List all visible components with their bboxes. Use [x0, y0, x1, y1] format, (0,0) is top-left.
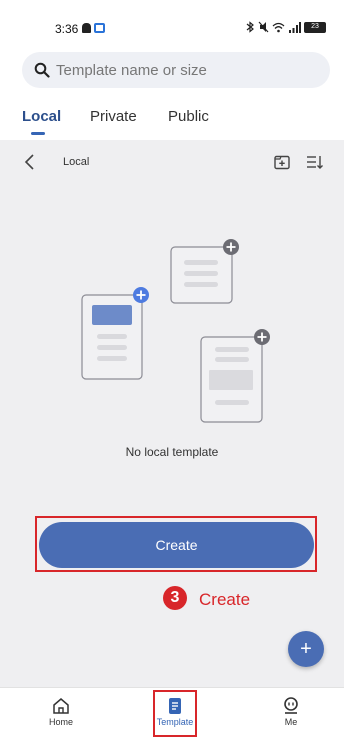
- sort-icon[interactable]: [306, 154, 324, 170]
- step-label: Create: [199, 590, 251, 609]
- add-fab-button[interactable]: +: [288, 631, 324, 667]
- nav-item-home[interactable]: Home: [31, 696, 91, 727]
- breadcrumb: Local: [0, 142, 344, 182]
- nav-item-me[interactable]: Me: [261, 696, 321, 727]
- template-card-icon: [170, 239, 239, 304]
- app-notification-icon: [94, 23, 105, 33]
- tab-local[interactable]: Local: [22, 108, 61, 125]
- tab-private[interactable]: Private: [90, 108, 137, 125]
- search-input[interactable]: [56, 61, 306, 79]
- breadcrumb-title: Local: [63, 156, 90, 168]
- signal-icon: [289, 21, 301, 33]
- search-bar: [0, 44, 344, 96]
- notification-bell-icon: [82, 23, 91, 33]
- wifi-icon: [272, 22, 285, 32]
- template-card-icon: [81, 287, 149, 380]
- home-icon: [53, 698, 69, 714]
- back-arrow-icon[interactable]: [22, 152, 38, 172]
- empty-templates-illustration: [81, 239, 270, 423]
- template-card-icon: [200, 329, 270, 423]
- search-icon: [34, 62, 50, 78]
- template-nav-highlight: [153, 690, 197, 737]
- nav-label-home: Home: [48, 717, 73, 727]
- me-icon: [284, 697, 298, 714]
- status-bar: 3:36 23: [0, 0, 344, 44]
- add-folder-icon[interactable]: [274, 154, 290, 170]
- status-right-icons: 23: [245, 21, 326, 33]
- create-button[interactable]: Create: [39, 522, 314, 568]
- empty-state-message: No local template: [125, 445, 219, 459]
- step-number-badge: 3: [163, 586, 187, 610]
- bluetooth-icon: [246, 21, 254, 33]
- tab-public[interactable]: Public: [168, 108, 209, 125]
- mute-icon: [258, 21, 269, 33]
- status-left-icons: [82, 23, 105, 33]
- battery-icon: 23: [304, 21, 326, 33]
- search-box[interactable]: [22, 52, 330, 88]
- nav-label-me: Me: [284, 717, 298, 727]
- template-tabs: Local Private Public: [0, 96, 344, 140]
- active-tab-indicator: [31, 132, 45, 135]
- status-time: 3:36: [55, 22, 79, 36]
